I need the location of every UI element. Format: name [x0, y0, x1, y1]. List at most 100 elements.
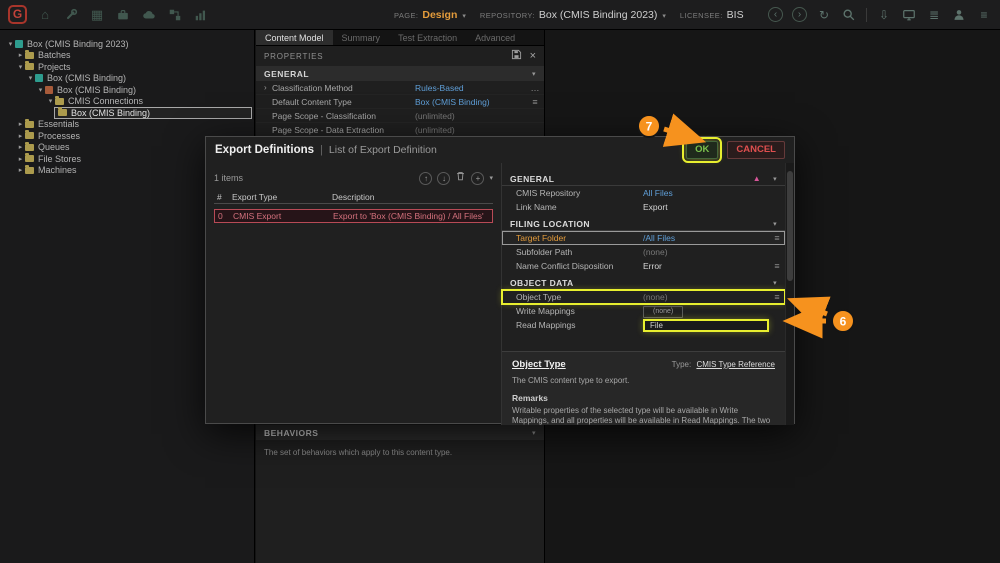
- section-header-general[interactable]: GENERAL ▲ ▾: [502, 172, 785, 186]
- save-icon[interactable]: [511, 47, 522, 65]
- expander-icon[interactable]: ›: [264, 83, 272, 92]
- folder-icon: [25, 121, 34, 128]
- tree-item-batches[interactable]: ▸ Batches: [0, 50, 254, 62]
- column-header-export-type[interactable]: Export Type: [232, 192, 332, 202]
- property-row-target-folder[interactable]: Target Folder /All Files ≡: [502, 231, 785, 245]
- cancel-button[interactable]: CANCEL: [727, 141, 785, 159]
- properties-header: PROPERTIES ×: [256, 46, 544, 66]
- help-remarks-title: Remarks: [512, 393, 775, 403]
- move-down-icon[interactable]: ↓: [437, 172, 450, 185]
- search-icon[interactable]: [841, 7, 857, 23]
- layers-icon[interactable]: ≣: [926, 7, 942, 23]
- licensee-value: BIS: [727, 9, 744, 21]
- ok-button[interactable]: OK: [686, 141, 718, 159]
- chevron-down-icon[interactable]: ▾: [46, 97, 55, 105]
- nav-forward-icon[interactable]: ›: [792, 7, 807, 22]
- repository-value[interactable]: Box (CMIS Binding 2023): [539, 9, 657, 21]
- property-row-classification-method[interactable]: ›Classification Method Rules-Based …: [256, 81, 544, 95]
- menu-icon[interactable]: ≡: [769, 261, 785, 271]
- chevron-down-icon[interactable]: ▾: [662, 12, 666, 20]
- read-mappings-value[interactable]: File: [643, 319, 769, 332]
- list-row-cmis-export[interactable]: 0 CMIS Export Export to 'Box (CMIS Bindi…: [214, 209, 493, 223]
- column-header-number[interactable]: #: [214, 192, 232, 202]
- menu-icon[interactable]: ≡: [526, 97, 544, 107]
- folder-icon: [25, 52, 34, 59]
- shapes-icon[interactable]: [167, 7, 183, 23]
- chevron-down-icon[interactable]: ▾: [26, 74, 35, 82]
- column-header-description[interactable]: Description: [332, 192, 493, 202]
- help-panel: Object Type Type: CMIS Type Reference Th…: [502, 351, 785, 425]
- property-row-page-scope-classification[interactable]: Page Scope - Classification (unlimited): [256, 109, 544, 123]
- trash-icon[interactable]: [455, 169, 466, 187]
- batches-grid-icon[interactable]: ▦: [89, 7, 105, 23]
- property-row-page-scope-data-extraction[interactable]: Page Scope - Data Extraction (unlimited): [256, 123, 544, 137]
- tree-item-content-model-box[interactable]: ▾ Box (CMIS Binding): [0, 84, 254, 96]
- tab-summary[interactable]: Summary: [333, 30, 390, 45]
- tree-item-essentials[interactable]: ▸ Essentials: [0, 119, 254, 131]
- tree-item-root[interactable]: ▾ Box (CMIS Binding 2023): [0, 38, 254, 50]
- property-row-read-mappings[interactable]: Read Mappings File: [502, 318, 785, 332]
- download-icon[interactable]: ⇩: [876, 7, 892, 23]
- chevron-down-icon[interactable]: ▾: [773, 279, 777, 287]
- folder-icon: [55, 98, 64, 105]
- menu-icon[interactable]: ≡: [769, 233, 785, 243]
- section-header-general[interactable]: GENERAL ▾: [256, 66, 544, 81]
- app-window: G ⌂ ▦ PAGE: Design ▾ REPOSITORY: Box (CM…: [0, 0, 1000, 563]
- property-row-name-conflict-disposition[interactable]: Name Conflict Disposition Error ≡: [502, 259, 785, 273]
- close-icon[interactable]: ×: [530, 50, 536, 62]
- tools-icon[interactable]: [63, 7, 79, 23]
- chevron-down-icon[interactable]: ▾: [773, 220, 777, 228]
- chevron-right-icon[interactable]: ▸: [16, 120, 25, 128]
- chevron-down-icon[interactable]: ▾: [532, 70, 536, 78]
- property-row-link-name[interactable]: Link Name Export: [502, 200, 785, 214]
- tab-content-model[interactable]: Content Model: [256, 30, 333, 45]
- chevron-down-icon[interactable]: ▾: [489, 174, 493, 182]
- property-row-write-mappings[interactable]: Write Mappings (none): [502, 304, 785, 318]
- briefcase-icon[interactable]: [115, 7, 131, 23]
- chevron-right-icon[interactable]: ▸: [16, 143, 25, 151]
- behaviors-description: The set of behaviors which apply to this…: [256, 440, 544, 457]
- chevron-down-icon[interactable]: ▾: [462, 12, 466, 20]
- chevron-down-icon[interactable]: ▾: [773, 175, 777, 183]
- property-row-object-type[interactable]: Object Type (none) ≡: [502, 290, 785, 304]
- scrollbar[interactable]: [785, 163, 794, 425]
- chevron-down-icon[interactable]: ▾: [6, 40, 15, 48]
- tab-test-extraction[interactable]: Test Extraction: [389, 30, 466, 45]
- user-icon[interactable]: [951, 7, 967, 23]
- chart-icon[interactable]: [193, 7, 209, 23]
- cloud-icon[interactable]: [141, 7, 157, 23]
- chevron-right-icon[interactable]: ▸: [16, 166, 25, 174]
- chevron-right-icon[interactable]: ▸: [16, 51, 25, 59]
- chevron-right-icon[interactable]: ▸: [16, 155, 25, 163]
- chevron-down-icon[interactable]: ▾: [36, 86, 45, 94]
- tree-item-cmis-connections[interactable]: ▾ CMIS Connections: [0, 96, 254, 108]
- add-icon[interactable]: +: [471, 172, 484, 185]
- tree-item-projects[interactable]: ▾ Projects: [0, 61, 254, 73]
- page-value[interactable]: Design: [422, 9, 457, 21]
- app-logo[interactable]: G: [8, 5, 27, 24]
- home-icon[interactable]: ⌂: [37, 7, 53, 23]
- chevron-right-icon[interactable]: ▸: [16, 132, 25, 140]
- property-row-default-content-type[interactable]: Default Content Type Box (CMIS Binding) …: [256, 95, 544, 109]
- menu-icon[interactable]: ≡: [769, 292, 785, 302]
- section-header-filing-location[interactable]: FILING LOCATION ▾: [502, 217, 785, 231]
- property-row-cmis-repository[interactable]: CMIS Repository All Files: [502, 186, 785, 200]
- move-up-icon[interactable]: ↑: [419, 172, 432, 185]
- help-type-link[interactable]: CMIS Type Reference: [696, 360, 775, 369]
- ellipsis-icon[interactable]: …: [526, 83, 544, 93]
- scrollbar-thumb[interactable]: [787, 171, 793, 281]
- monitor-icon[interactable]: [901, 7, 917, 23]
- tab-advanced[interactable]: Advanced: [466, 30, 524, 45]
- nav-back-icon[interactable]: ‹: [768, 7, 783, 22]
- chevron-down-icon[interactable]: ▾: [532, 429, 536, 437]
- menu-icon[interactable]: ≡: [976, 7, 992, 23]
- property-row-subfolder-path[interactable]: Subfolder Path (none): [502, 245, 785, 259]
- tree-item-project-box[interactable]: ▾ Box (CMIS Binding): [0, 73, 254, 85]
- tree-item-selected-box-cmis-binding[interactable]: Box (CMIS Binding): [54, 107, 252, 119]
- section-header-behaviors[interactable]: BEHAVIORS ▾: [256, 425, 544, 440]
- chevron-down-icon[interactable]: ▾: [16, 63, 25, 71]
- properties-title: PROPERTIES: [264, 52, 323, 61]
- write-mappings-value[interactable]: (none): [643, 306, 683, 318]
- refresh-icon[interactable]: ↻: [816, 7, 832, 23]
- section-header-object-data[interactable]: OBJECT DATA ▾: [502, 276, 785, 290]
